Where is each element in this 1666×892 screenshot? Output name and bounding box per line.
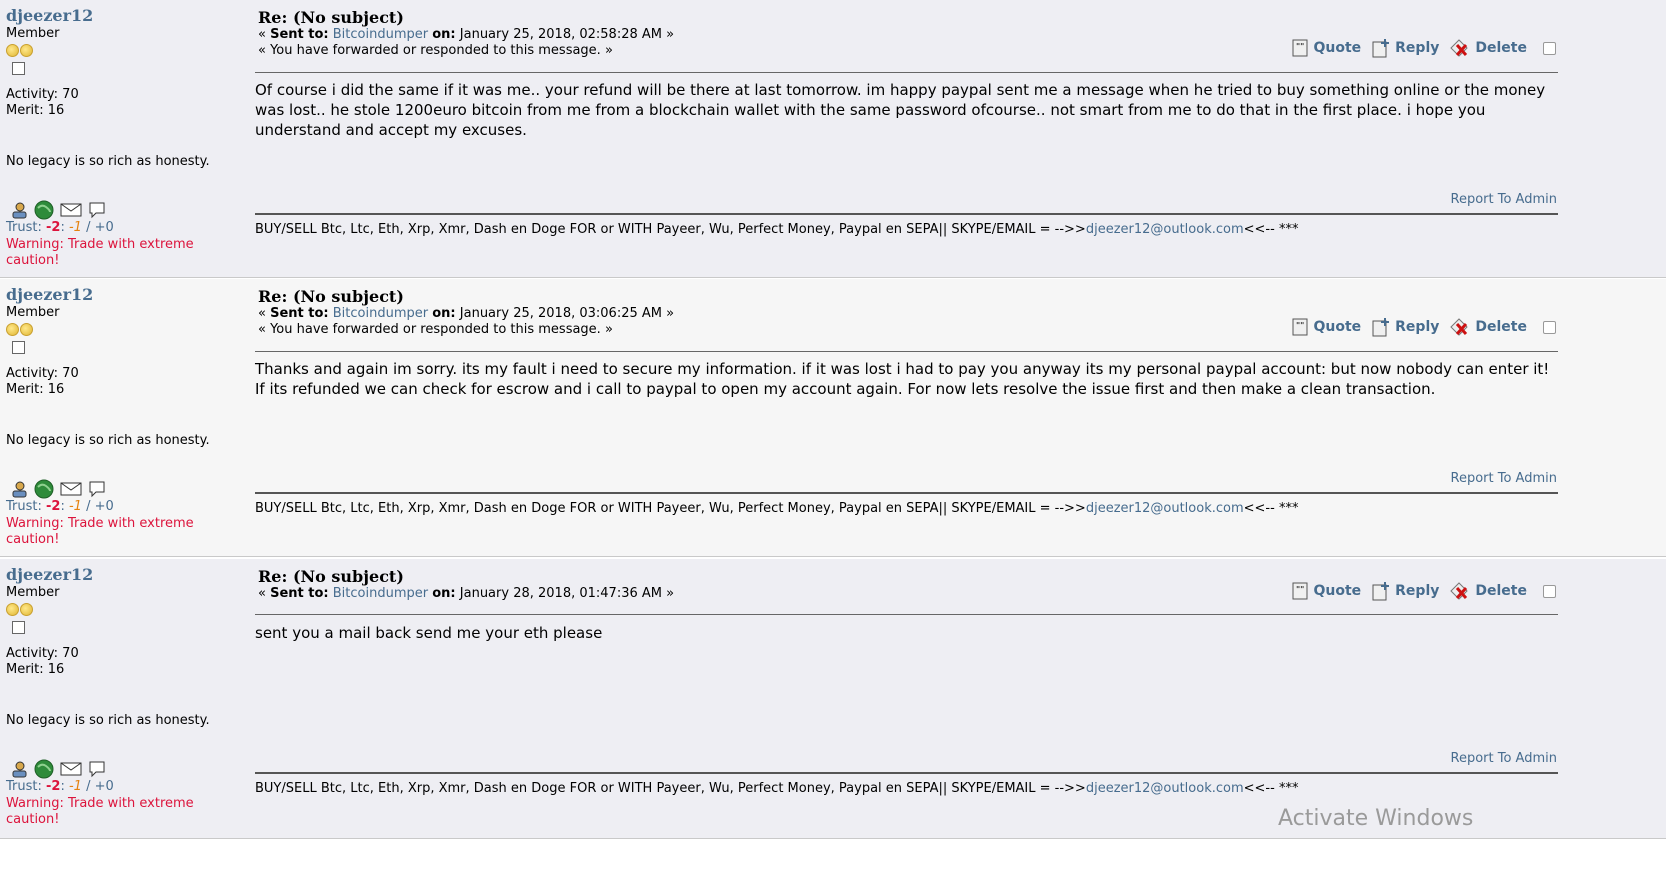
merit-stat: Merit: 16 — [6, 103, 65, 118]
message-subject[interactable]: Re: (No subject) — [258, 287, 1558, 306]
signature: BUY/SELL Btc, Ltc, Eth, Xrp, Xmr, Dash e… — [255, 781, 1299, 796]
message-actions: "" Quote Reply Delete — [1291, 317, 1556, 337]
svg-text:"": "" — [1296, 585, 1304, 594]
quote-button[interactable]: "" Quote — [1291, 39, 1361, 57]
message-content: Re: (No subject) « Sent to: Bitcoindumpe… — [255, 567, 1558, 796]
poster-info: djeezer12 Member Activity: 70 Merit: 16 … — [6, 565, 236, 827]
trust-warning: Warning: Trade with extreme caution! — [6, 796, 194, 827]
personal-text: No legacy is so rich as honesty. — [6, 433, 210, 448]
recipient-link[interactable]: Bitcoindumper — [333, 306, 428, 321]
delete-icon — [1450, 318, 1469, 336]
poster-info: djeezer12 Member Activity: 70 Merit: 16 … — [6, 6, 236, 268]
recipient-link[interactable]: Bitcoindumper — [333, 27, 428, 42]
message-actions: "" Quote Reply Delete — [1291, 581, 1556, 601]
select-checkbox[interactable] — [1543, 320, 1556, 334]
activity-stat: Activity: 70 — [6, 366, 79, 381]
avatar — [12, 62, 25, 75]
reply-button[interactable]: Reply — [1371, 581, 1439, 601]
email-icon[interactable] — [60, 481, 82, 501]
recipient-link[interactable]: Bitcoindumper — [333, 586, 428, 601]
trust-score[interactable]: Trust: -2: -1 / +0 — [6, 220, 114, 236]
rank-coins — [6, 44, 236, 57]
delete-button[interactable]: Delete — [1449, 38, 1527, 58]
activity-stat: Activity: 70 — [6, 646, 79, 661]
message-body: sent you a mail back send me your eth pl… — [255, 624, 603, 642]
delete-button[interactable]: Delete — [1449, 581, 1527, 601]
personal-text: No legacy is so rich as honesty. — [6, 713, 210, 728]
message-body: Of course i did the same if it was me.. … — [255, 81, 1546, 139]
trust-warning: Warning: Trade with extreme caution! — [6, 237, 194, 268]
activate-windows-watermark: Activate Windows — [1278, 806, 1474, 831]
quote-icon: "" — [1292, 39, 1308, 57]
message-1: djeezer12 Member Activity: 70 Merit: 16 … — [0, 0, 1666, 278]
signature-email-link[interactable]: djeezer12@outlook.com — [1086, 222, 1244, 237]
header-divider — [255, 72, 1558, 73]
svg-text:"": "" — [1296, 321, 1304, 330]
reply-icon — [1372, 39, 1390, 58]
avatar — [12, 621, 25, 634]
signature-divider — [255, 213, 1558, 215]
signature: BUY/SELL Btc, Ltc, Eth, Xrp, Xmr, Dash e… — [255, 501, 1299, 516]
delete-icon — [1450, 582, 1469, 600]
message-content: Re: (No subject) « Sent to: Bitcoindumpe… — [255, 8, 1558, 237]
author-rank: Member — [6, 305, 60, 320]
reply-icon — [1372, 318, 1390, 337]
header-divider — [255, 614, 1558, 615]
delete-button[interactable]: Delete — [1449, 317, 1527, 337]
report-to-admin-link[interactable]: Report To Admin — [1451, 192, 1557, 207]
reply-icon — [1372, 582, 1390, 601]
signature-divider — [255, 772, 1558, 774]
reply-button[interactable]: Reply — [1371, 38, 1439, 58]
avatar — [12, 341, 25, 354]
quote-icon: "" — [1292, 582, 1308, 600]
personal-text: No legacy is so rich as honesty. — [6, 154, 210, 169]
header-divider — [255, 351, 1558, 352]
message-3: djeezer12 Member Activity: 70 Merit: 16 … — [0, 559, 1666, 839]
quote-icon: "" — [1292, 318, 1308, 336]
trust-warning: Warning: Trade with extreme caution! — [6, 516, 194, 547]
svg-text:"": "" — [1296, 42, 1304, 51]
author-rank: Member — [6, 26, 60, 41]
report-to-admin-link[interactable]: Report To Admin — [1451, 751, 1557, 766]
email-icon[interactable] — [60, 761, 82, 781]
reply-button[interactable]: Reply — [1371, 317, 1439, 337]
report-to-admin-link[interactable]: Report To Admin — [1451, 471, 1557, 486]
email-icon[interactable] — [60, 202, 82, 222]
merit-stat: Merit: 16 — [6, 662, 65, 677]
quote-button[interactable]: "" Quote — [1291, 318, 1361, 336]
merit-stat: Merit: 16 — [6, 382, 65, 397]
signature-email-link[interactable]: djeezer12@outlook.com — [1086, 501, 1244, 516]
select-checkbox[interactable] — [1543, 584, 1556, 598]
author-name[interactable]: djeezer12 — [6, 285, 236, 304]
delete-icon — [1450, 39, 1469, 57]
signature-email-link[interactable]: djeezer12@outlook.com — [1086, 781, 1244, 796]
activity-stat: Activity: 70 — [6, 87, 79, 102]
select-checkbox[interactable] — [1543, 41, 1556, 55]
author-name[interactable]: djeezer12 — [6, 565, 236, 584]
author-rank: Member — [6, 585, 60, 600]
message-subject[interactable]: Re: (No subject) — [258, 8, 1558, 27]
author-name[interactable]: djeezer12 — [6, 6, 236, 25]
rank-coins — [6, 323, 236, 336]
quote-button[interactable]: "" Quote — [1291, 582, 1361, 600]
signature: BUY/SELL Btc, Ltc, Eth, Xrp, Xmr, Dash e… — [255, 222, 1299, 237]
message-actions: "" Quote Reply Delete — [1291, 38, 1556, 58]
rank-coins — [6, 603, 236, 616]
message-content: Re: (No subject) « Sent to: Bitcoindumpe… — [255, 287, 1558, 516]
message-body: Thanks and again im sorry. its my fault … — [255, 360, 1550, 398]
message-2: djeezer12 Member Activity: 70 Merit: 16 … — [0, 279, 1666, 557]
trust-score[interactable]: Trust: -2: -1 / +0 — [6, 779, 114, 795]
poster-info: djeezer12 Member Activity: 70 Merit: 16 … — [6, 285, 236, 547]
signature-divider — [255, 492, 1558, 494]
trust-score[interactable]: Trust: -2: -1 / +0 — [6, 499, 114, 515]
